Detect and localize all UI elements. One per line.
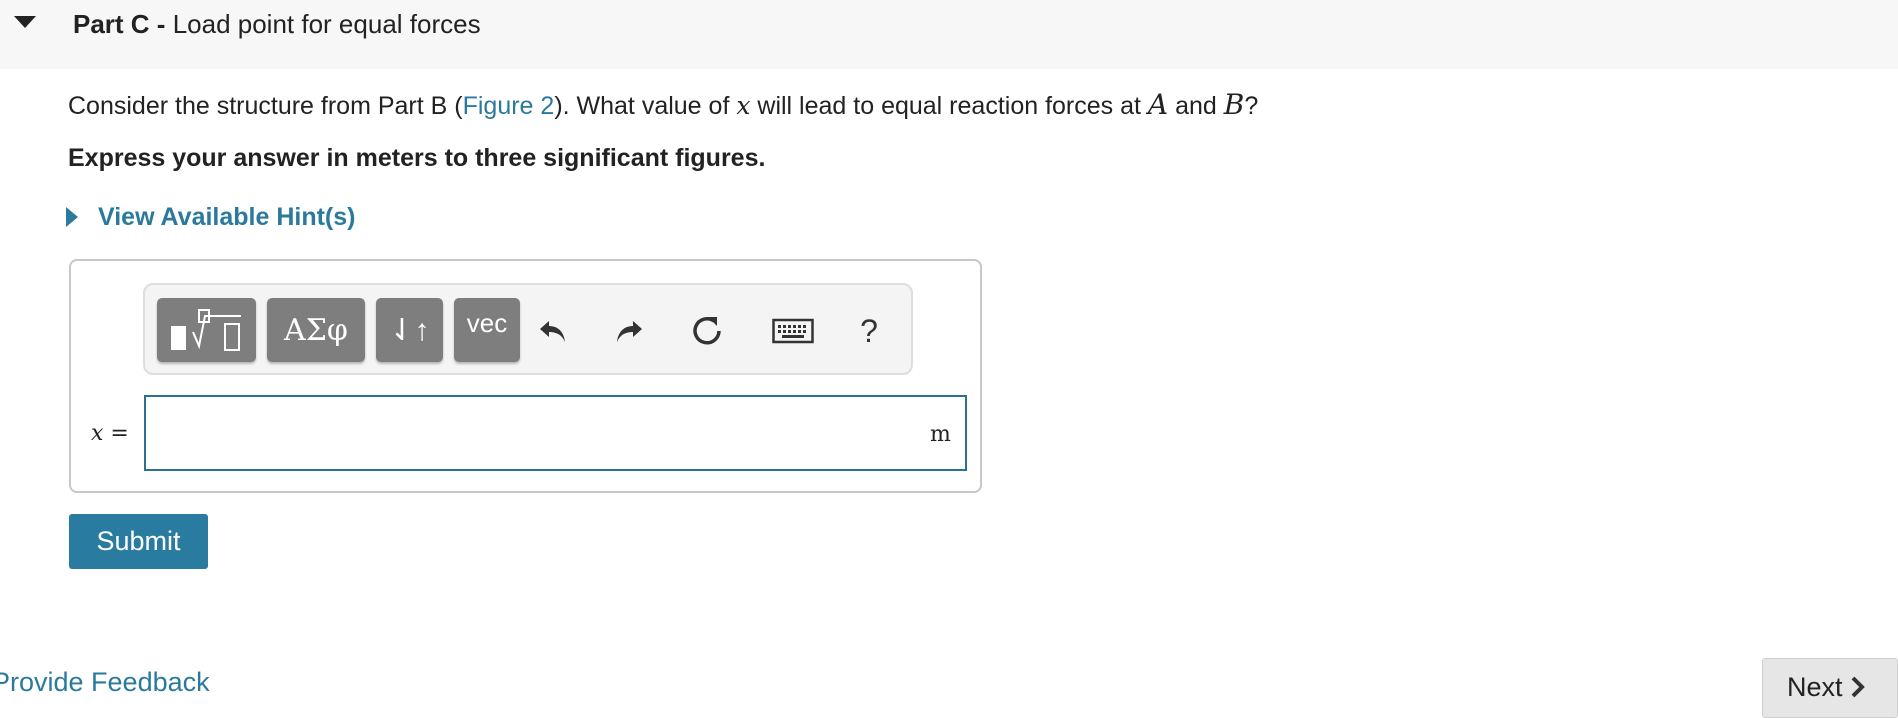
part-name: Load point for equal forces	[172, 9, 481, 39]
question-prefix: Consider the structure from Part B (	[68, 92, 463, 120]
part-title: Part C - Load point for equal forces	[73, 8, 481, 40]
view-hints-link[interactable]: View Available Hint(s)	[66, 200, 355, 234]
submit-button[interactable]: Submit	[69, 514, 208, 569]
answer-input[interactable]	[144, 395, 967, 471]
keyboard-icon[interactable]	[769, 307, 817, 355]
question-middle2: will lead to equal reaction forces at	[750, 92, 1148, 120]
point-b: B	[1223, 88, 1245, 121]
answer-instruction: Express your answer in meters to three s…	[68, 144, 766, 172]
arrows-button[interactable]: ⇃↑	[376, 298, 443, 362]
greek-symbols-button[interactable]: ΑΣφ	[267, 298, 365, 362]
hint-label: View Available Hint(s)	[98, 202, 356, 231]
help-icon[interactable]: ?	[845, 307, 893, 355]
next-button[interactable]: Next	[1762, 658, 1898, 718]
part-header[interactable]: Part C - Load point for equal forces	[0, 0, 1898, 69]
question-text: Consider the structure from Part B (Figu…	[68, 88, 1258, 123]
collapse-caret-icon[interactable]	[14, 16, 36, 28]
reset-icon[interactable]	[683, 307, 731, 355]
question-and: and	[1168, 92, 1224, 120]
answer-equals: =	[103, 421, 129, 446]
question-suffix: ?	[1244, 92, 1259, 120]
figure-link[interactable]: Figure 2	[463, 92, 555, 120]
chevron-right-icon	[1851, 676, 1865, 698]
variable-x: x	[736, 91, 751, 120]
undo-icon[interactable]	[529, 307, 577, 355]
question-middle: ). What value of	[554, 92, 737, 120]
answer-panel: ΑΣφ ⇃↑ vec ? x = m	[69, 259, 982, 493]
unit-label: m	[930, 422, 951, 447]
part-label: Part C -	[73, 9, 166, 39]
redo-icon[interactable]	[605, 307, 653, 355]
answer-variable: x	[91, 421, 104, 446]
provide-feedback-link[interactable]: Provide Feedback	[0, 667, 210, 698]
point-a: A	[1147, 88, 1169, 121]
next-label: Next	[1787, 672, 1843, 702]
answer-variable-label: x =	[91, 421, 129, 446]
vector-button[interactable]: vec	[454, 298, 520, 362]
templates-icon	[170, 309, 241, 351]
caret-right-icon	[66, 207, 78, 227]
templates-button[interactable]	[157, 298, 256, 362]
math-toolbar: ΑΣφ ⇃↑ vec ?	[143, 283, 913, 375]
